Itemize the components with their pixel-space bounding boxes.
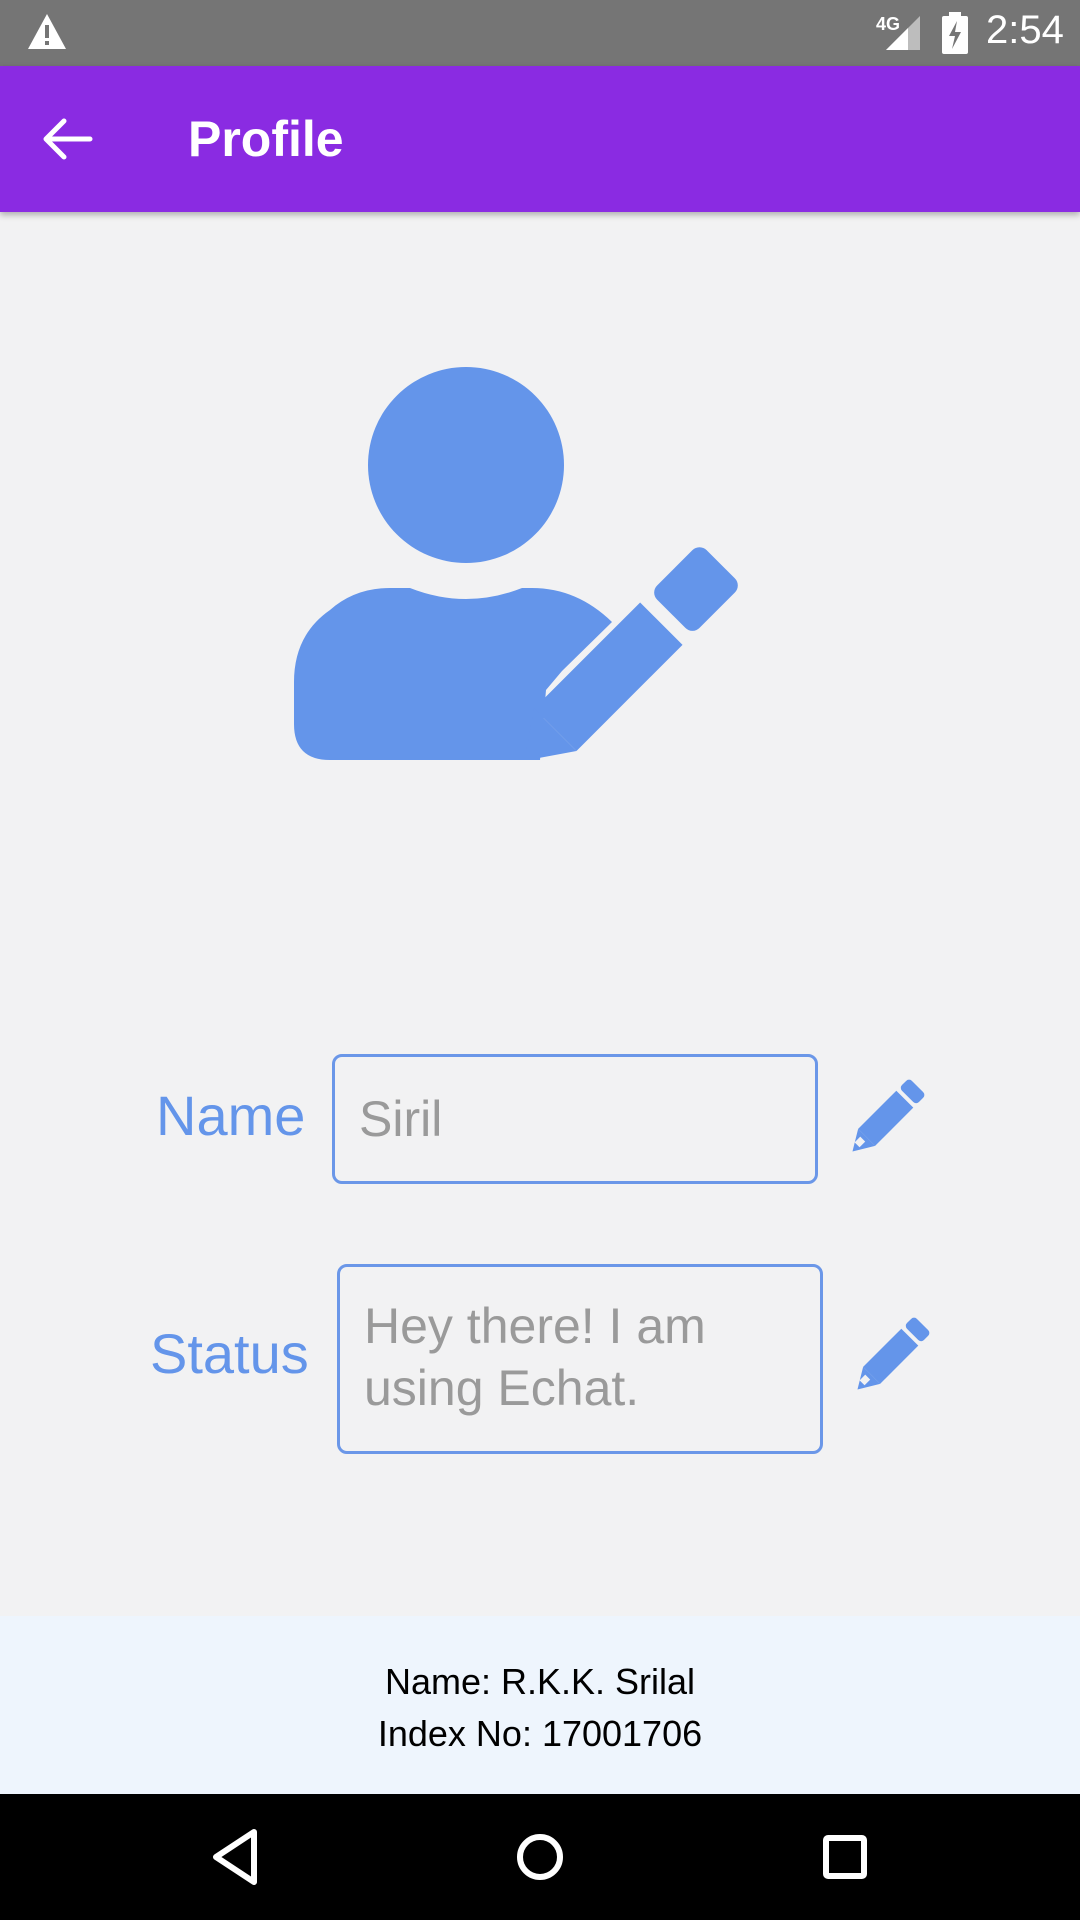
arrow-left-icon[interactable] — [32, 106, 104, 172]
pencil-icon[interactable] — [842, 1076, 928, 1162]
student-info-footer: Name: R.K.K. Srilal Index No: 17001706 — [0, 1616, 1080, 1794]
user-edit-icon[interactable] — [290, 362, 790, 766]
name-field[interactable] — [332, 1054, 818, 1184]
warning-icon — [28, 14, 66, 49]
home-circle-icon[interactable] — [505, 1822, 575, 1892]
app-bar: Profile — [0, 66, 1080, 212]
clock: 2:54 — [986, 8, 1064, 52]
pencil-icon[interactable] — [847, 1314, 933, 1400]
status-field[interactable]: Hey there! I am using Echat. — [337, 1264, 823, 1454]
signal-icon — [886, 16, 920, 50]
name-label: Name — [156, 1084, 306, 1147]
student-name-text: Name: R.K.K. Srilal — [384, 1661, 696, 1702]
recents-square-icon[interactable] — [810, 1822, 880, 1892]
status-label: Status — [150, 1322, 309, 1385]
page-title: Profile — [188, 111, 344, 167]
status-bar: 4G 2:54 — [0, 0, 1080, 66]
battery-charging-icon — [942, 12, 968, 54]
back-triangle-icon[interactable] — [200, 1822, 270, 1892]
system-nav-bar — [0, 1794, 1080, 1920]
index-number-text: Index No: 17001706 — [377, 1713, 703, 1754]
